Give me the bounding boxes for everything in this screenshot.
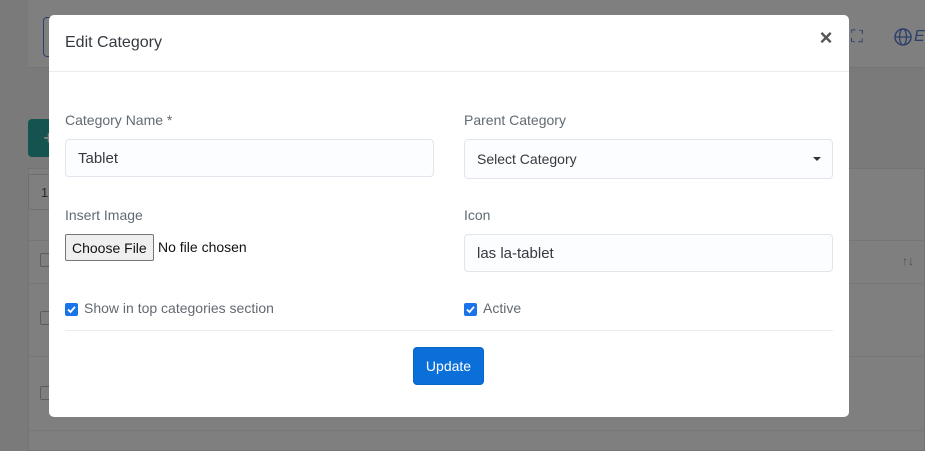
parent-category-select[interactable]: Select Category	[464, 139, 833, 179]
icon-input[interactable]	[464, 234, 833, 272]
edit-category-modal: Edit Category × Category Name * Parent C…	[49, 15, 849, 417]
insert-image-label: Insert Image	[65, 207, 143, 223]
file-status-text: No file chosen	[158, 239, 247, 255]
modal-title: Edit Category	[65, 34, 162, 51]
parent-category-selected: Select Category	[477, 151, 577, 167]
category-name-input[interactable]	[65, 139, 434, 177]
footer-divider	[65, 330, 833, 331]
top-categories-label: Show in top categories section	[84, 300, 274, 316]
active-checkbox[interactable]	[464, 303, 477, 316]
checkmark-icon	[67, 306, 76, 314]
choose-file-button[interactable]: Choose File	[65, 234, 154, 261]
close-button[interactable]: ×	[817, 27, 835, 49]
modal-header: Edit Category ×	[49, 15, 849, 72]
top-categories-checkbox[interactable]	[65, 303, 78, 316]
checkmark-icon	[466, 306, 475, 314]
category-name-label: Category Name *	[65, 112, 173, 128]
active-label: Active	[483, 300, 522, 316]
parent-category-label: Parent Category	[464, 112, 566, 128]
update-button[interactable]: Update	[413, 347, 484, 385]
chevron-down-icon	[813, 157, 821, 161]
icon-label: Icon	[464, 207, 491, 223]
